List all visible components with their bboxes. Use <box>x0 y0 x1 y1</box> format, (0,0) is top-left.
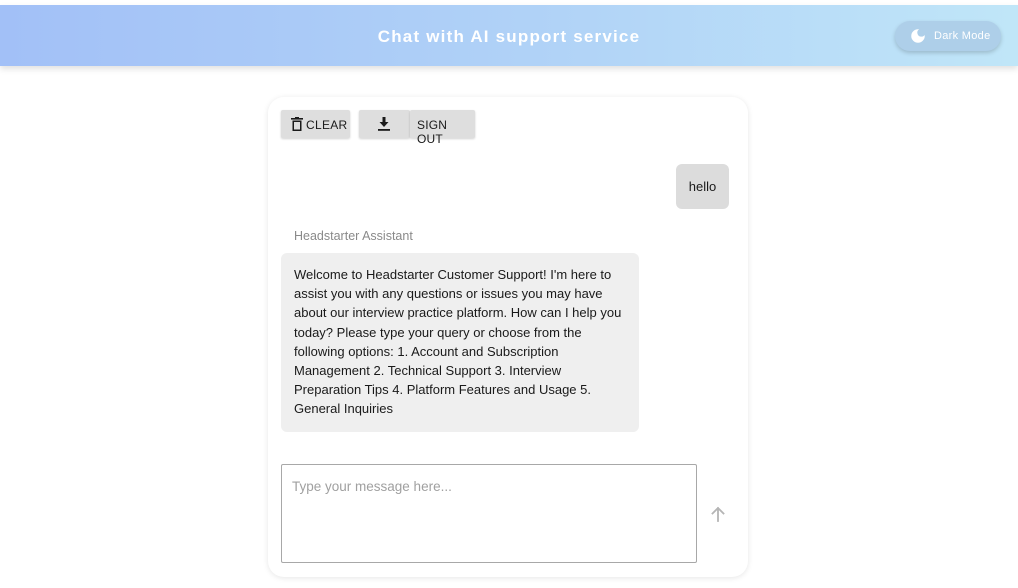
dark-mode-label: Dark Mode <box>934 30 991 42</box>
app-title: Chat with AI support service <box>377 27 641 46</box>
assistant-message-text: Welcome to Headstarter Customer Support!… <box>294 267 622 417</box>
chat-panel: CLEAR SIGN OUT hello Headstarter Assista… <box>268 97 748 577</box>
message-input[interactable] <box>281 464 697 563</box>
sign-out-button[interactable]: SIGN OUT <box>410 110 475 146</box>
moon-icon <box>911 29 925 43</box>
assistant-sender-name: Headstarter Assistant <box>294 229 413 243</box>
sign-out-label: SIGN OUT <box>417 118 448 146</box>
user-message-text: hello <box>688 179 717 194</box>
user-message-bubble: hello <box>676 164 729 209</box>
download-button[interactable] <box>359 110 410 138</box>
top-app-bar: Chat with AI support service Dark Mode <box>0 5 1018 66</box>
clear-button[interactable]: CLEAR <box>281 110 350 138</box>
dark-mode-toggle-button[interactable]: Dark Mode <box>895 21 1001 51</box>
arrow-up-icon[interactable] <box>709 505 727 523</box>
download-icon <box>378 117 390 131</box>
trash-icon <box>291 117 303 131</box>
assistant-message-bubble: Welcome to Headstarter Customer Support!… <box>281 253 639 432</box>
clear-label: CLEAR <box>306 118 348 132</box>
